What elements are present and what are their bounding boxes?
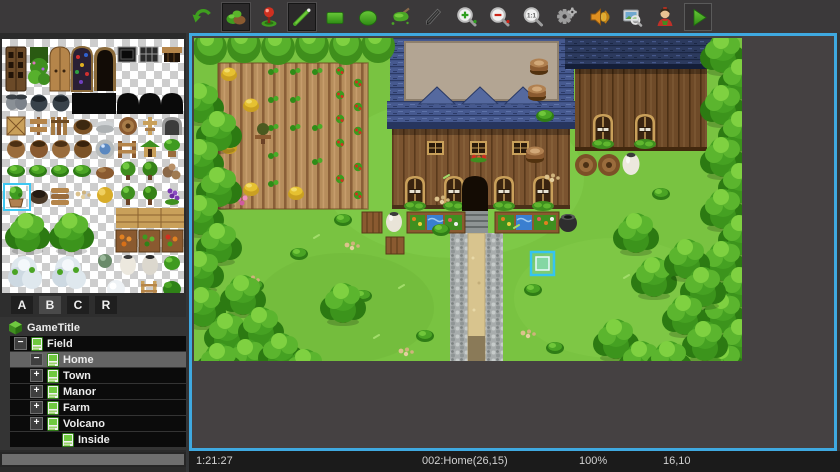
door: [462, 176, 488, 211]
palette-tiles: [2, 39, 184, 293]
shadow-pen-tool-button[interactable]: [420, 3, 448, 31]
zoom-in-button[interactable]: [453, 3, 481, 31]
tree-item-inside[interactable]: Inside: [10, 432, 186, 447]
map-icon: [47, 417, 59, 431]
playtest-button[interactable]: [684, 3, 712, 31]
scrollbar-thumb[interactable]: [2, 454, 184, 465]
zoom-actual-button[interactable]: 1:1: [519, 3, 547, 31]
expand-toggle[interactable]: +: [30, 401, 43, 414]
tree-item-label: Inside: [78, 434, 110, 446]
map-icon: [47, 401, 59, 415]
selected-tile[interactable]: [3, 183, 31, 211]
tab-a[interactable]: A: [11, 296, 33, 314]
map-viewport: [189, 33, 837, 451]
tree-item-label: Farm: [63, 402, 90, 414]
tab-c[interactable]: C: [67, 296, 89, 314]
speaker-icon: [587, 5, 611, 29]
tree-item-volcano[interactable]: + Volcano: [10, 416, 186, 431]
zoom-out-button[interactable]: [486, 3, 514, 31]
character-generator-button[interactable]: [651, 3, 679, 31]
status-bar: 1:21:27 002:Home(26,15) 100% 16,10: [189, 451, 840, 472]
undo-icon: [191, 5, 215, 29]
map-info-indicator: 002:Home(26,15): [422, 455, 508, 467]
map-icon: [47, 369, 59, 383]
flood-fill-tool-button[interactable]: [387, 3, 415, 31]
tree-item-town[interactable]: + Town: [10, 368, 186, 383]
event-searcher-button[interactable]: [618, 3, 646, 31]
event-edit-mode-button[interactable]: [255, 3, 283, 31]
zoom-actual-icon: 1:1: [521, 5, 545, 29]
game-icon: [8, 320, 23, 335]
screen-search-icon: [620, 5, 644, 29]
settings-button[interactable]: [552, 3, 580, 31]
gear-icon: [554, 5, 578, 29]
sound-test-button[interactable]: [585, 3, 613, 31]
tab-r[interactable]: R: [95, 296, 117, 314]
rectangle-icon: [323, 5, 347, 29]
map-mode-icon: [224, 5, 248, 29]
map-cursor[interactable]: [531, 252, 554, 275]
cursor-coords-indicator: 16,10: [663, 455, 691, 467]
collapse-toggle[interactable]: −: [30, 353, 43, 366]
play-icon: [686, 5, 710, 29]
tab-b[interactable]: B: [39, 296, 61, 314]
undo-button[interactable]: [189, 3, 217, 31]
path: [450, 233, 503, 361]
svg-text:1:1: 1:1: [527, 12, 537, 19]
ellipse-icon: [356, 5, 380, 29]
zoom-indicator: 100%: [579, 455, 607, 467]
right-building: [565, 38, 712, 151]
pencil-tool-button[interactable]: [288, 3, 316, 31]
event-pin-icon: [257, 5, 281, 29]
house: [387, 38, 577, 211]
tree-item-label: Field: [47, 338, 73, 350]
tree-item-label: Home: [63, 354, 94, 366]
tileset-palette[interactable]: [2, 39, 184, 293]
entrance-steps: [465, 209, 488, 233]
pencil-icon: [290, 5, 314, 29]
left-panel: A B C R GameTitle −: [0, 33, 186, 472]
expand-toggle[interactable]: +: [30, 385, 43, 398]
map-icon: [62, 433, 74, 447]
ellipse-tool-button[interactable]: [354, 3, 382, 31]
map-tree: GameTitle − Field − Home: [0, 317, 186, 450]
character-icon: [653, 5, 677, 29]
collapse-toggle[interactable]: −: [14, 337, 27, 350]
tree-item-manor[interactable]: + Manor: [10, 384, 186, 399]
shadow-pen-icon: [422, 5, 446, 29]
tree-item-farm[interactable]: + Farm: [10, 400, 186, 415]
rectangle-tool-button[interactable]: [321, 3, 349, 31]
tree-item-field[interactable]: − Field: [10, 336, 186, 351]
tree-item-home[interactable]: − Home: [10, 352, 186, 367]
map-canvas[interactable]: [194, 38, 742, 361]
toolbar: 1:1: [0, 0, 840, 33]
expand-toggle[interactable]: +: [30, 369, 43, 382]
map-icon: [47, 385, 59, 399]
map-icon: [31, 337, 43, 351]
barrels: [575, 153, 640, 176]
tree-item-label: Manor: [63, 386, 96, 398]
flood-fill-icon: [389, 5, 413, 29]
tree-horizontal-scrollbar[interactable]: [0, 452, 186, 467]
map-edit-mode-button[interactable]: [222, 3, 250, 31]
zoom-out-icon: [488, 5, 512, 29]
map-icon: [47, 353, 59, 367]
zoom-in-icon: [455, 5, 479, 29]
rpg-maker-editor: 1:1: [0, 0, 840, 472]
tree-item-label: GameTitle: [27, 322, 80, 334]
tree-item-gametitle[interactable]: GameTitle: [6, 320, 186, 335]
tree-item-label: Volcano: [63, 418, 105, 430]
playtime-indicator: 1:21:27: [196, 455, 233, 467]
palette-tab-bar: A B C R: [0, 293, 186, 317]
expand-toggle[interactable]: +: [30, 417, 43, 430]
tree-item-label: Town: [63, 370, 91, 382]
